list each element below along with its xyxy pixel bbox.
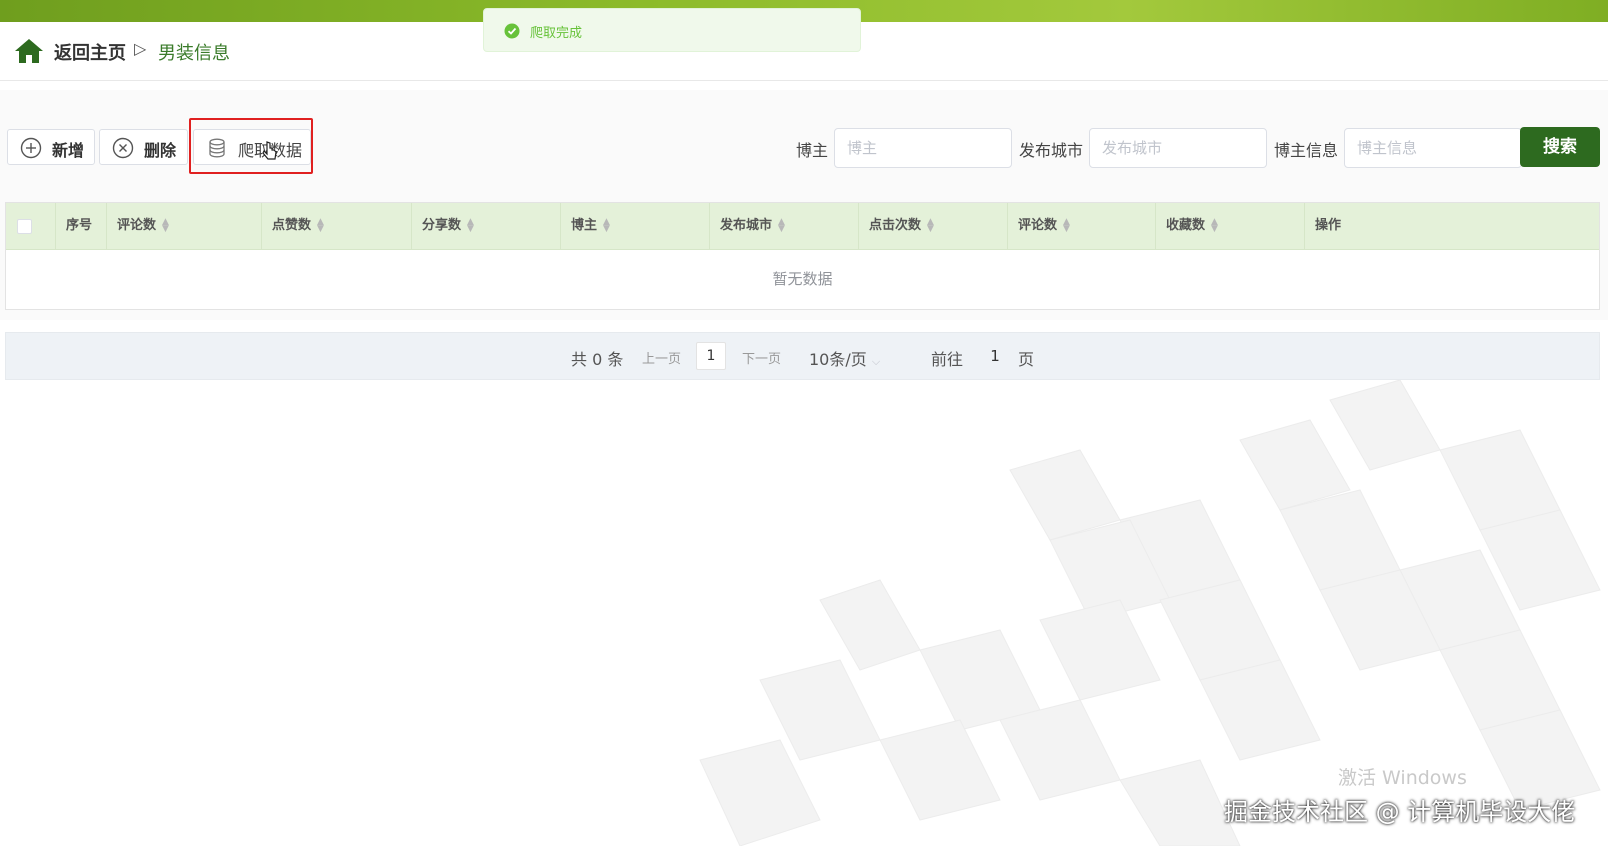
blogger-label: 博主 <box>796 141 829 160</box>
column-header-clicks[interactable]: 点击次数 ▲ ▼ <box>859 203 1008 249</box>
column-header-comments[interactable]: 评论数 ▲ ▼ <box>107 203 262 249</box>
home-icon[interactable] <box>14 38 44 64</box>
sort-icon: ▲ ▼ <box>162 216 169 234</box>
windows-activation-watermark: 激活 Windows <box>1338 767 1467 789</box>
sort-icon: ▲ ▼ <box>317 216 324 234</box>
select-all-checkbox[interactable] <box>17 219 32 234</box>
breadcrumb-separator: ▷ <box>134 39 147 58</box>
breadcrumb-home-link[interactable]: 返回主页 <box>54 39 126 65</box>
page-size-select[interactable]: 10条/页 ⌵ <box>809 346 880 370</box>
data-table: 序号 评论数 ▲ ▼ 点赞数 ▲ ▼ 分享数 ▲ ▼ 博主 ▲ ▼ 发布城市 ▲ ▼ 点击次数 ▲ ▼ … <box>5 202 1600 310</box>
column-header-city[interactable]: 发布城市 ▲ ▼ <box>710 203 859 249</box>
breadcrumb-current: 男装信息 <box>158 43 230 64</box>
city-label: 发布城市 <box>1019 141 1084 160</box>
prev-page-button[interactable]: 上一页 <box>642 348 681 367</box>
blogger-info-search-input[interactable] <box>1344 128 1522 168</box>
close-circle-icon <box>112 137 134 159</box>
table-header: 序号 评论数 ▲ ▼ 点赞数 ▲ ▼ 分享数 ▲ ▼ 博主 ▲ ▼ 发布城市 ▲ ▼ 点击次数 ▲ ▼ … <box>6 203 1599 250</box>
plus-circle-icon <box>20 137 42 159</box>
select-all-column <box>6 203 56 249</box>
sort-icon: ▲ ▼ <box>927 216 934 234</box>
column-header-likes[interactable]: 点赞数 ▲ ▼ <box>262 203 412 249</box>
column-header-favorites[interactable]: 收藏数 ▲ ▼ <box>1156 203 1305 249</box>
sort-icon: ▲ ▼ <box>778 216 785 234</box>
column-header-shares[interactable]: 分享数 ▲ ▼ <box>412 203 561 249</box>
current-page-number[interactable]: 1 <box>696 342 726 370</box>
column-header-blogger[interactable]: 博主 ▲ ▼ <box>561 203 710 249</box>
success-toast: 爬取完成 <box>483 8 861 52</box>
goto-label: 前往 <box>931 350 964 369</box>
mouse-pointer-icon <box>262 141 277 160</box>
toast-message: 爬取完成 <box>530 26 583 41</box>
page-suffix: 页 <box>1018 350 1035 369</box>
pagination: 共 0 条 上一页 1 下一页 10条/页 ⌵ 前往 1 页 <box>5 332 1600 380</box>
search-button[interactable]: 搜索 <box>1520 127 1600 167</box>
next-page-button[interactable]: 下一页 <box>742 348 781 367</box>
empty-table-text: 暂无数据 <box>772 270 833 288</box>
delete-button-label: 删除 <box>144 141 177 160</box>
highlight-annotation-box <box>189 118 313 174</box>
sort-icon: ▲ ▼ <box>603 216 610 234</box>
pagination-total: 共 0 条 <box>571 350 624 369</box>
column-header-actions: 操作 <box>1315 218 1342 233</box>
blogger-search-input[interactable] <box>834 128 1012 168</box>
add-button[interactable]: 新增 <box>7 129 95 165</box>
sort-icon: ▲ ▼ <box>1063 216 1070 234</box>
add-button-label: 新增 <box>52 141 85 160</box>
sort-icon: ▲ ▼ <box>1211 216 1218 234</box>
blogger-info-label: 博主信息 <box>1274 141 1339 160</box>
sort-icon: ▲ ▼ <box>467 216 474 234</box>
delete-button[interactable]: 删除 <box>99 129 188 165</box>
city-search-input[interactable] <box>1089 128 1267 168</box>
column-header-comments-2[interactable]: 评论数 ▲ ▼ <box>1008 203 1156 249</box>
goto-page-input[interactable]: 1 <box>972 342 1018 370</box>
juejin-watermark: 掘金技术社区 @ 计算机毕设大佬 <box>1224 798 1576 826</box>
chevron-down-icon: ⌵ <box>871 355 881 368</box>
column-header-index: 序号 <box>56 203 107 249</box>
success-check-icon <box>504 23 520 39</box>
